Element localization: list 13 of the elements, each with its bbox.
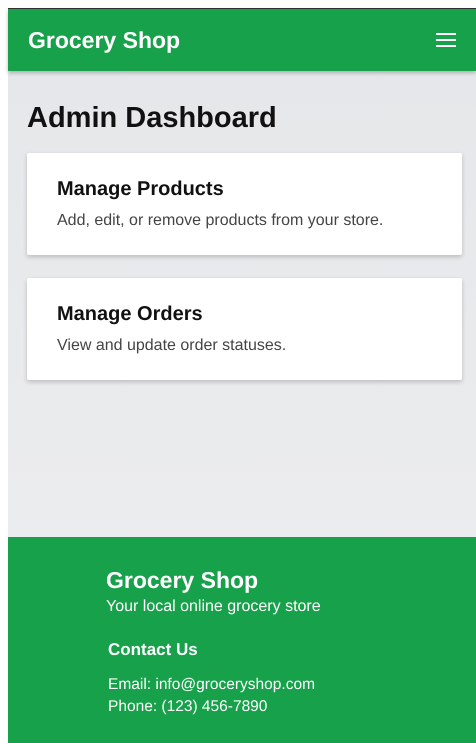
page-title: Admin Dashboard (27, 101, 278, 136)
dashboard-card[interactable]: Manage Orders View and update order statuses. (27, 278, 462, 380)
card-title: Manage Products (57, 176, 225, 201)
dashboard-card[interactable]: Manage Products Add, edit, or remove products from your store. (27, 152, 462, 255)
menu-icon[interactable] (436, 33, 456, 47)
contact-heading: Contact Us (108, 638, 199, 661)
card-description: Add, edit, or remove products from your store. (57, 210, 384, 231)
footer-brand: Grocery Shop (106, 567, 260, 595)
footer-tagline: Your local online grocery store (106, 596, 322, 617)
contact-line: Email: info@groceryshop.com (108, 675, 316, 696)
contact-line: Phone: (123) 456-7890 (108, 696, 268, 717)
card-description: View and update order statuses. (57, 336, 288, 356)
card-title: Manage Orders (57, 302, 204, 326)
